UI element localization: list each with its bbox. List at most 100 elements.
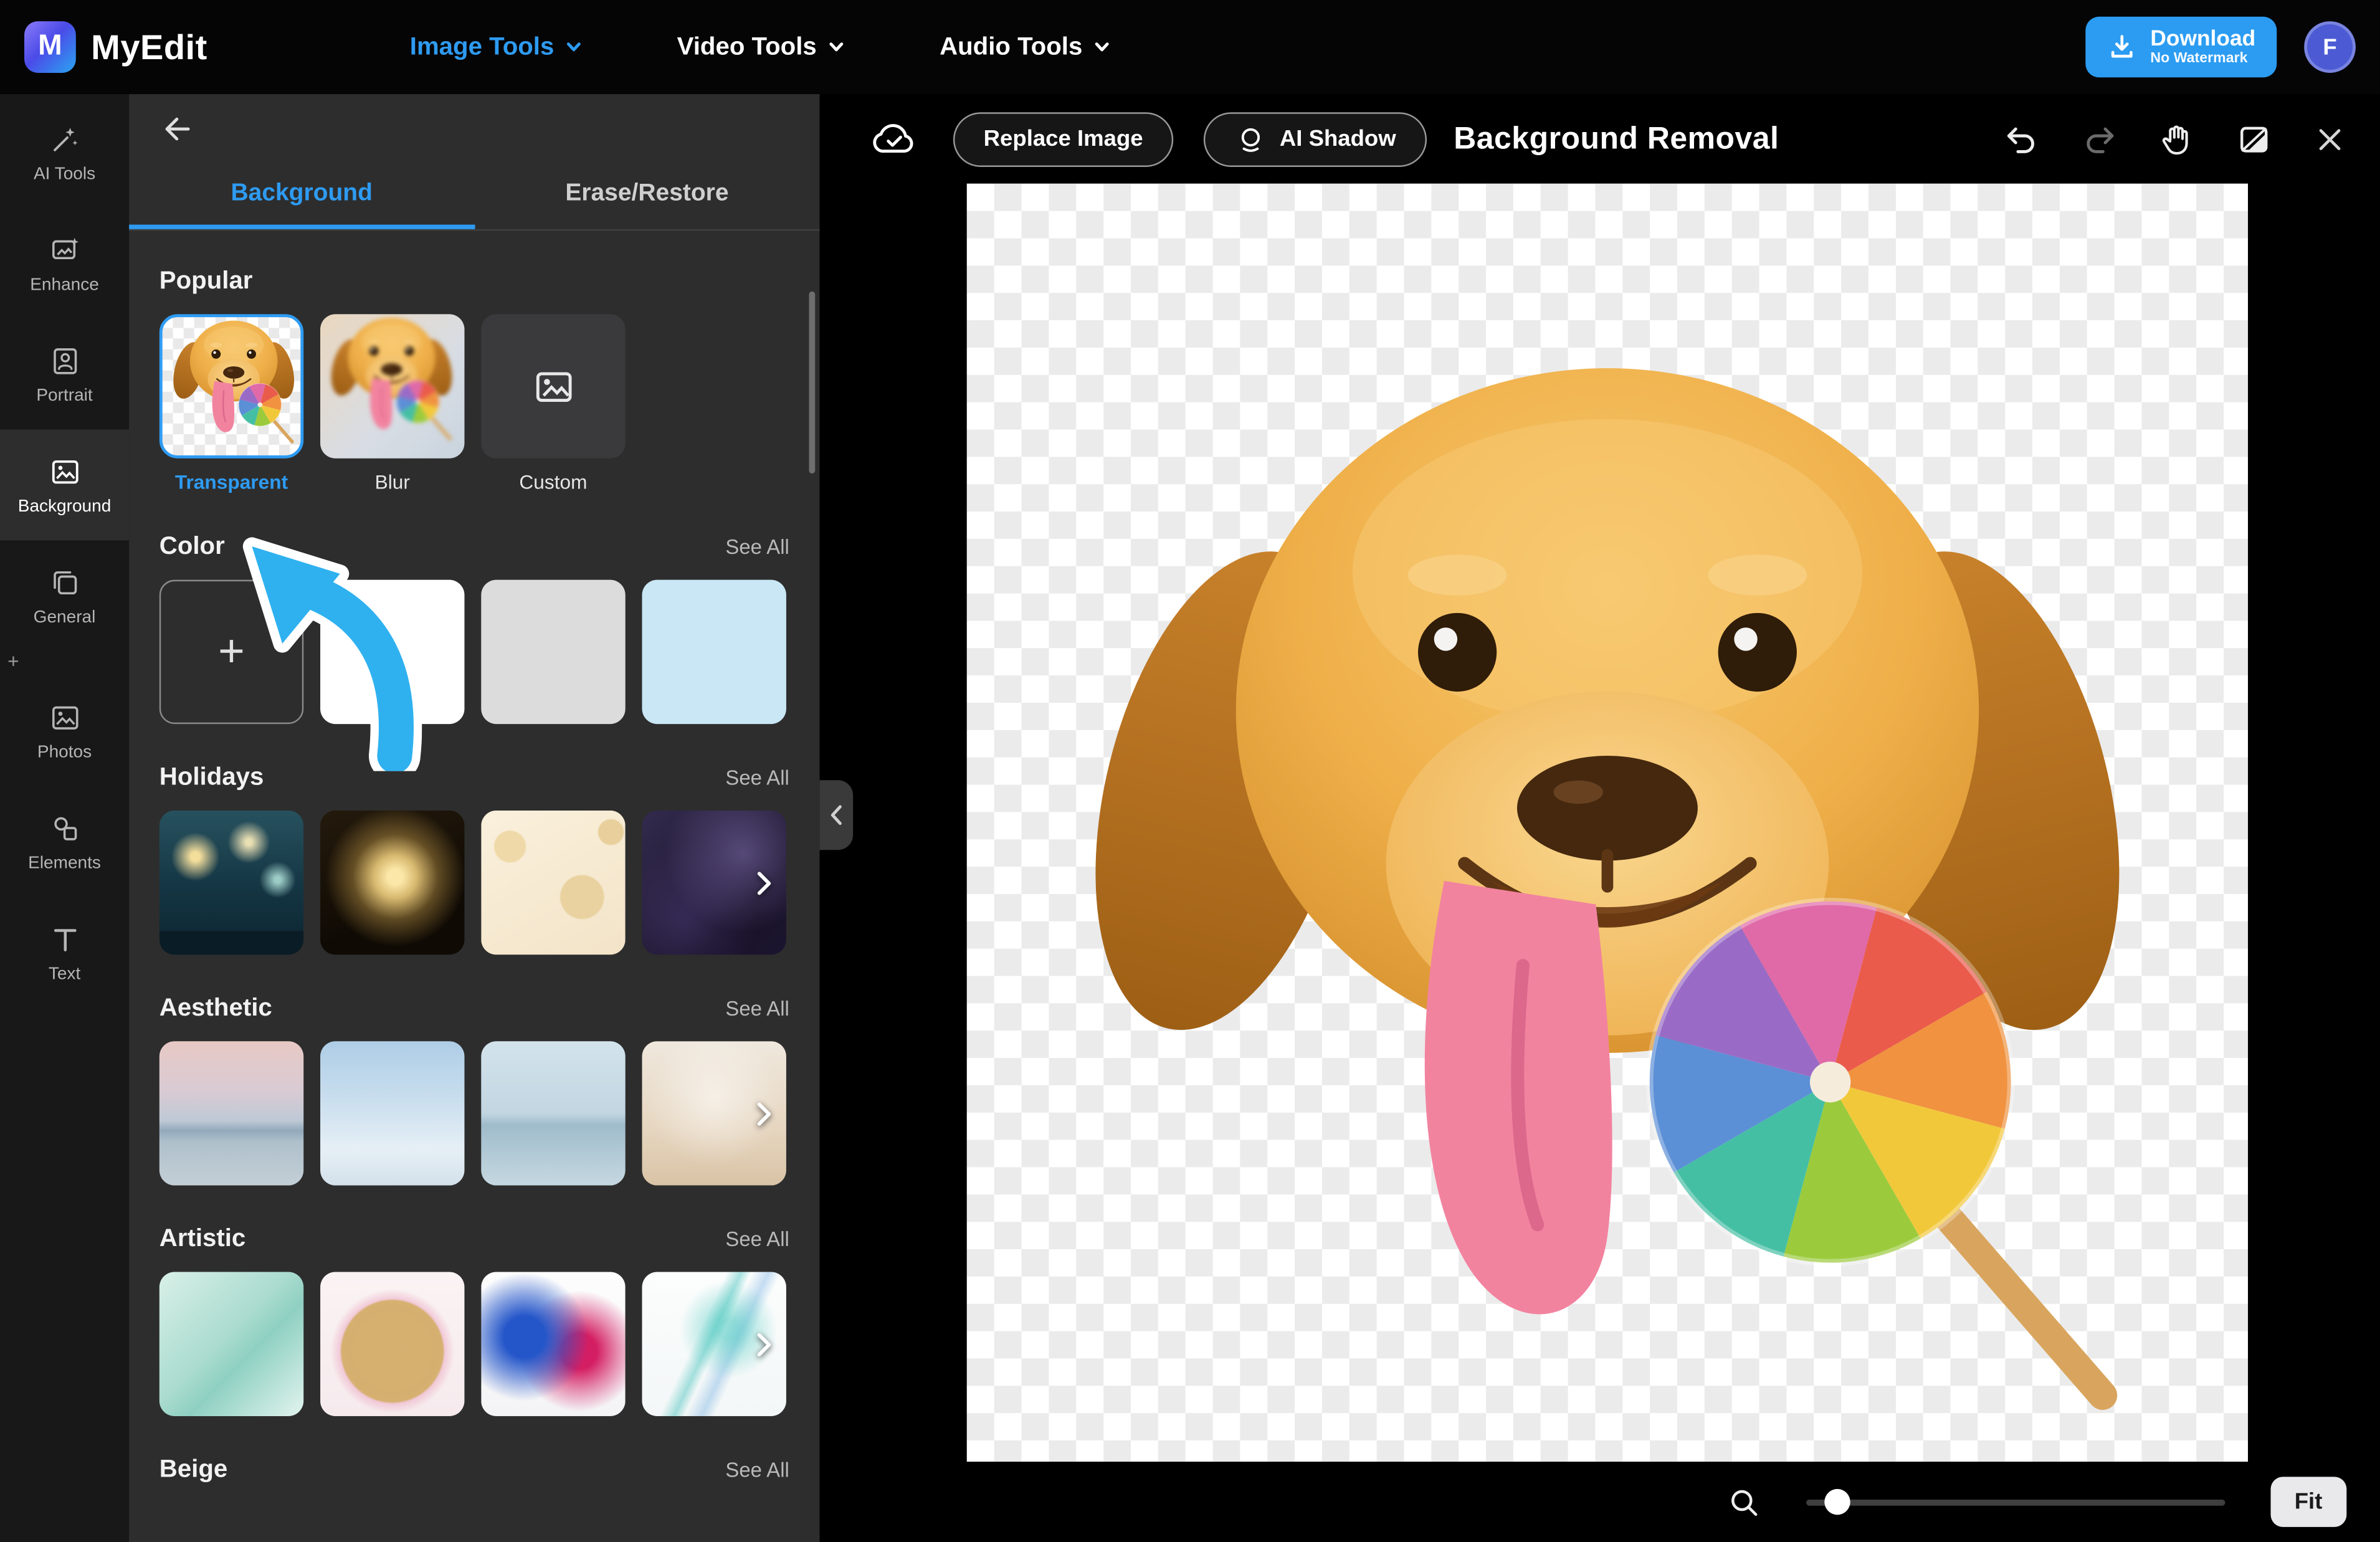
nav-audio-tools[interactable]: Audio Tools bbox=[940, 32, 1111, 61]
chevron-down-icon bbox=[827, 38, 845, 56]
rail-item-photos[interactable]: Photos bbox=[0, 675, 129, 786]
section-beige-header: Beige See All bbox=[159, 1455, 789, 1484]
download-button-text: Download No Watermark bbox=[2150, 27, 2255, 67]
myedit-app: M MyEdit Image Tools Video Tools Audio T… bbox=[0, 0, 2380, 1542]
zoom-slider[interactable] bbox=[1806, 1499, 2224, 1505]
chevron-down-icon bbox=[564, 38, 583, 56]
compare-before-after-icon[interactable] bbox=[2236, 121, 2272, 157]
transparent-label: Transparent bbox=[175, 470, 288, 493]
transparent-thumbnail[interactable] bbox=[159, 314, 303, 458]
download-button[interactable]: Download No Watermark bbox=[2085, 17, 2277, 77]
aesthetic-bg-thumbnail[interactable] bbox=[320, 1041, 464, 1185]
cloud-saved-icon[interactable] bbox=[871, 118, 913, 160]
holidays-see-all-link[interactable]: See All bbox=[725, 766, 789, 789]
rail-item-general[interactable]: General bbox=[0, 540, 129, 651]
holiday-bg-thumbnail[interactable] bbox=[481, 811, 625, 954]
custom-thumbnail[interactable] bbox=[481, 314, 625, 458]
section-title: Aesthetic bbox=[159, 994, 272, 1023]
chevron-down-icon bbox=[1093, 38, 1111, 56]
blur-thumbnail[interactable] bbox=[320, 314, 464, 458]
undo-icon[interactable] bbox=[2004, 121, 2040, 157]
bg-option-custom[interactable]: Custom bbox=[481, 314, 625, 493]
rail-label: Text bbox=[49, 964, 80, 983]
holidays-row bbox=[159, 811, 789, 954]
rail-label: Portrait bbox=[36, 386, 92, 404]
bg-option-transparent[interactable]: Transparent bbox=[159, 314, 303, 493]
rail-label: General bbox=[34, 608, 96, 626]
toolbar-pills: Replace Image AI Shadow bbox=[953, 112, 1426, 166]
zoom-slider-knob[interactable] bbox=[1824, 1489, 1850, 1515]
holiday-bg-thumbnail[interactable] bbox=[159, 811, 303, 954]
artistic-bg-thumbnail[interactable] bbox=[481, 1272, 625, 1416]
aesthetic-bg-thumbnail[interactable] bbox=[481, 1041, 625, 1185]
rail-item-elements[interactable]: Elements bbox=[0, 786, 129, 897]
elements-icon bbox=[48, 811, 82, 845]
subject-dog-lollipop-image[interactable] bbox=[1054, 354, 2161, 1462]
section-title: Holidays bbox=[159, 763, 264, 792]
nav-image-tools[interactable]: Image Tools bbox=[410, 32, 583, 61]
nav-video-tools-label: Video Tools bbox=[677, 32, 817, 61]
replace-image-button[interactable]: Replace Image bbox=[953, 112, 1173, 166]
replace-image-label: Replace Image bbox=[984, 126, 1143, 151]
rail-item-background[interactable]: Background bbox=[0, 429, 129, 540]
color-see-all-link[interactable]: See All bbox=[725, 536, 789, 559]
ai-shadow-button[interactable]: AI Shadow bbox=[1204, 112, 1426, 166]
chevron-right-icon[interactable] bbox=[747, 866, 781, 900]
bg-option-blur[interactable]: Blur bbox=[320, 314, 464, 493]
artistic-see-all-link[interactable]: See All bbox=[725, 1228, 789, 1251]
general-icon bbox=[48, 565, 82, 599]
section-popular-header: Popular bbox=[159, 267, 789, 296]
close-icon[interactable] bbox=[2313, 122, 2347, 156]
chevron-right-icon[interactable] bbox=[747, 1097, 781, 1130]
blur-label: Blur bbox=[375, 470, 410, 493]
custom-label: Custom bbox=[519, 470, 587, 493]
beige-see-all-link[interactable]: See All bbox=[725, 1459, 789, 1482]
dog-thumb-image bbox=[168, 319, 299, 459]
brand[interactable]: M MyEdit bbox=[24, 21, 207, 73]
myedit-logo-icon: M bbox=[24, 21, 76, 73]
color-swatch-white[interactable] bbox=[320, 580, 464, 724]
rail-item-enhance[interactable]: Enhance bbox=[0, 208, 129, 319]
photos-icon bbox=[48, 700, 82, 734]
text-icon bbox=[48, 922, 82, 956]
main-nav: Image Tools Video Tools Audio Tools bbox=[410, 0, 1111, 94]
enhance-icon bbox=[48, 233, 82, 267]
redo-icon[interactable] bbox=[2081, 121, 2117, 157]
pan-hand-icon[interactable] bbox=[2158, 121, 2194, 157]
dog-thumb-image bbox=[326, 316, 457, 457]
rail-item-text[interactable]: Text bbox=[0, 897, 129, 1008]
add-color-button[interactable]: + bbox=[159, 580, 303, 724]
ai-shadow-label: AI Shadow bbox=[1280, 126, 1396, 151]
panel-tabs: Background Erase/Restore bbox=[129, 164, 819, 231]
back-arrow-icon[interactable] bbox=[159, 111, 196, 147]
panel-scrollbar[interactable] bbox=[809, 292, 815, 474]
aesthetic-bg-thumbnail[interactable] bbox=[159, 1041, 303, 1185]
fit-button[interactable]: Fit bbox=[2270, 1477, 2347, 1526]
user-avatar[interactable]: F bbox=[2304, 21, 2356, 73]
tab-background[interactable]: Background bbox=[129, 164, 474, 229]
magic-wand-icon bbox=[48, 122, 82, 156]
popular-row: Transparent Blur bbox=[159, 314, 789, 493]
panel-collapse-handle[interactable] bbox=[820, 780, 854, 850]
section-aesthetic-header: Aesthetic See All bbox=[159, 994, 789, 1023]
section-color-header: Color See All bbox=[159, 533, 789, 561]
rail-item-portrait[interactable]: Portrait bbox=[0, 319, 129, 430]
nav-video-tools[interactable]: Video Tools bbox=[677, 32, 845, 61]
aesthetic-row bbox=[159, 1041, 789, 1185]
color-swatch-lightblue[interactable] bbox=[642, 580, 786, 724]
artistic-bg-thumbnail[interactable] bbox=[159, 1272, 303, 1416]
tab-erase-restore[interactable]: Erase/Restore bbox=[474, 164, 819, 229]
chevron-right-icon[interactable] bbox=[747, 1327, 781, 1361]
artistic-bg-thumbnail[interactable] bbox=[320, 1272, 464, 1416]
download-subtitle: No Watermark bbox=[2150, 51, 2255, 67]
rail-item-ai-tools[interactable]: AI Tools bbox=[0, 97, 129, 208]
holiday-bg-thumbnail[interactable] bbox=[320, 811, 464, 954]
zoom-magnifier-icon[interactable] bbox=[1727, 1485, 1761, 1519]
image-icon bbox=[530, 363, 576, 409]
editor-area: Replace Image AI Shadow Background Remov… bbox=[820, 94, 2380, 1542]
color-swatch-gray[interactable] bbox=[481, 580, 625, 724]
top-navbar: M MyEdit Image Tools Video Tools Audio T… bbox=[0, 0, 2380, 94]
image-canvas[interactable] bbox=[967, 184, 2248, 1462]
aesthetic-see-all-link[interactable]: See All bbox=[725, 997, 789, 1021]
rail-label: Background bbox=[18, 497, 112, 515]
